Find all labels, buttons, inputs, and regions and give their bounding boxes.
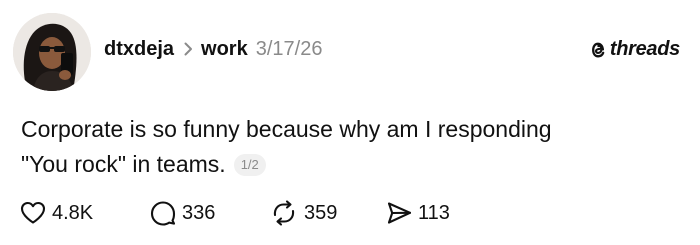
post-header: dtxdeja work 3/17/26 <box>104 34 322 64</box>
brand-logo: threads <box>589 38 680 61</box>
profile-photo-icon <box>13 13 91 91</box>
post-body: Corporate is so funny because why am I r… <box>21 112 681 182</box>
like-count: 4.8K <box>52 201 94 224</box>
brand-name: threads <box>609 38 680 60</box>
post-date: 3/17/26 <box>255 37 323 60</box>
post-text-line-2: "You rock" in teams. 1/2 <box>21 147 681 182</box>
share-button[interactable]: 113 <box>386 200 476 226</box>
threads-post: dtxdeja work 3/17/26 threads Corporate i… <box>0 0 700 245</box>
like-button[interactable]: 4.8K <box>20 201 150 225</box>
share-count: 113 <box>418 201 450 224</box>
avatar[interactable] <box>13 13 91 91</box>
username-link[interactable]: dtxdeja <box>104 38 174 61</box>
page-indicator-badge: 1/2 <box>233 154 266 176</box>
community-link[interactable]: work <box>201 38 248 61</box>
threads-logo-icon <box>589 40 607 60</box>
post-text-line-1: Corporate is so funny because why am I r… <box>21 116 552 142</box>
repost-icon <box>270 200 298 226</box>
chevron-right-icon <box>184 42 193 56</box>
heart-icon <box>20 201 46 225</box>
repost-count: 359 <box>304 201 338 224</box>
reply-count: 336 <box>182 201 216 224</box>
comment-bubble-icon <box>150 200 176 226</box>
post-text-line-2-content: "You rock" in teams. <box>21 151 226 177</box>
send-icon <box>386 200 412 226</box>
repost-button[interactable]: 359 <box>270 200 386 226</box>
reply-button[interactable]: 336 <box>150 200 270 226</box>
action-bar: 4.8K 336 359 113 <box>20 198 476 228</box>
